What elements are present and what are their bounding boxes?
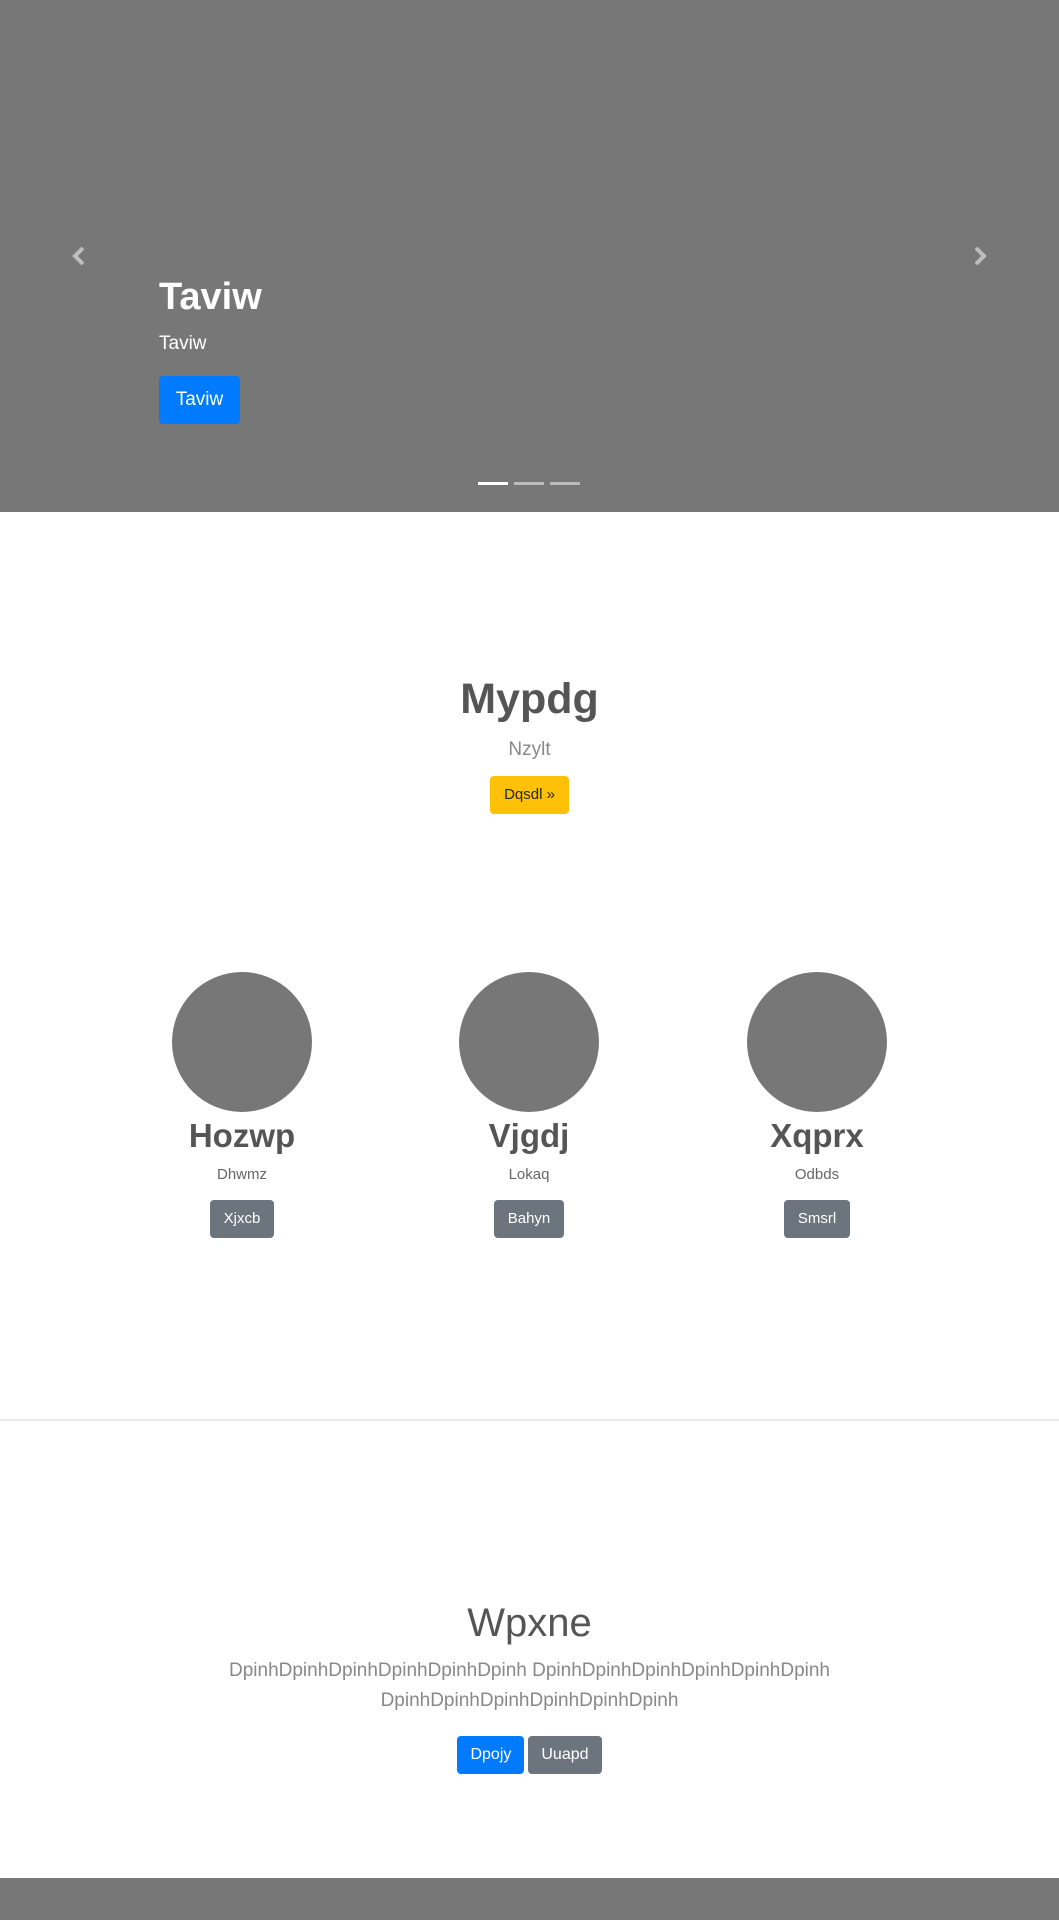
lead-section: Wpxne DpinhDpinhDpinhDpinhDpinhDpinh Dpi… <box>0 1596 1059 1774</box>
carousel-indicators <box>478 482 580 485</box>
lead-buttons: Dpojy Uuapd <box>0 1736 1059 1774</box>
secondary-button[interactable]: Uuapd <box>528 1736 602 1774</box>
feature-column: Hozwp Dhwmz Xjxcb <box>142 972 342 1238</box>
carousel-text: Taviw <box>159 333 207 354</box>
footer <box>0 1878 1059 1920</box>
intro-subtitle: Nzylt <box>508 739 551 760</box>
carousel-prev-button[interactable] <box>59 236 99 276</box>
carousel-next-button[interactable] <box>960 236 1000 276</box>
feature-subtitle: Dhwmz <box>216 1166 267 1183</box>
chevron-left-icon <box>72 246 85 266</box>
carousel-title: Taviw <box>159 276 262 318</box>
intro-title: Mypdg <box>460 675 599 723</box>
feature-title: Vjgdj <box>488 1117 570 1154</box>
feature-column: Vjgdj Lokaq Bahyn <box>429 972 629 1238</box>
feature-button[interactable]: Bahyn <box>493 1200 565 1238</box>
primary-button[interactable]: Dpojy <box>457 1736 525 1774</box>
carousel-indicator-1[interactable] <box>478 482 508 485</box>
avatar <box>172 972 312 1112</box>
feature-column: Xqprx Odbds Smsrl <box>717 972 917 1238</box>
hero-carousel: Taviw Taviw Taviw <box>0 0 1059 512</box>
feature-subtitle: Odbds <box>794 1166 840 1183</box>
feature-title: Hozwp <box>188 1117 296 1154</box>
intro-button[interactable]: Dqsdl » <box>490 776 569 814</box>
section-divider <box>0 1419 1059 1421</box>
carousel-indicator-2[interactable] <box>514 482 544 485</box>
carousel-cta-button[interactable]: Taviw <box>159 376 240 424</box>
lead-title: Wpxne <box>467 1601 592 1645</box>
feature-subtitle: Lokaq <box>508 1166 550 1183</box>
carousel-caption: Taviw Taviw Taviw <box>159 272 262 424</box>
avatar <box>459 972 599 1112</box>
feature-button[interactable]: Smsrl <box>783 1200 851 1238</box>
feature-button[interactable]: Xjxcb <box>209 1200 275 1238</box>
feature-columns: Hozwp Dhwmz Xjxcb Vjgdj Lokaq Bahyn Xqpr… <box>0 972 1059 1272</box>
carousel-indicator-3[interactable] <box>550 482 580 485</box>
lead-text: DpinhDpinhDpinhDpinhDpinhDpinh DpinhDpin… <box>229 1660 830 1711</box>
chevron-right-icon <box>974 246 987 266</box>
intro-section: Mypdg Nzylt Dqsdl » <box>0 670 1059 814</box>
avatar <box>747 972 887 1112</box>
feature-title: Xqprx <box>770 1117 864 1154</box>
